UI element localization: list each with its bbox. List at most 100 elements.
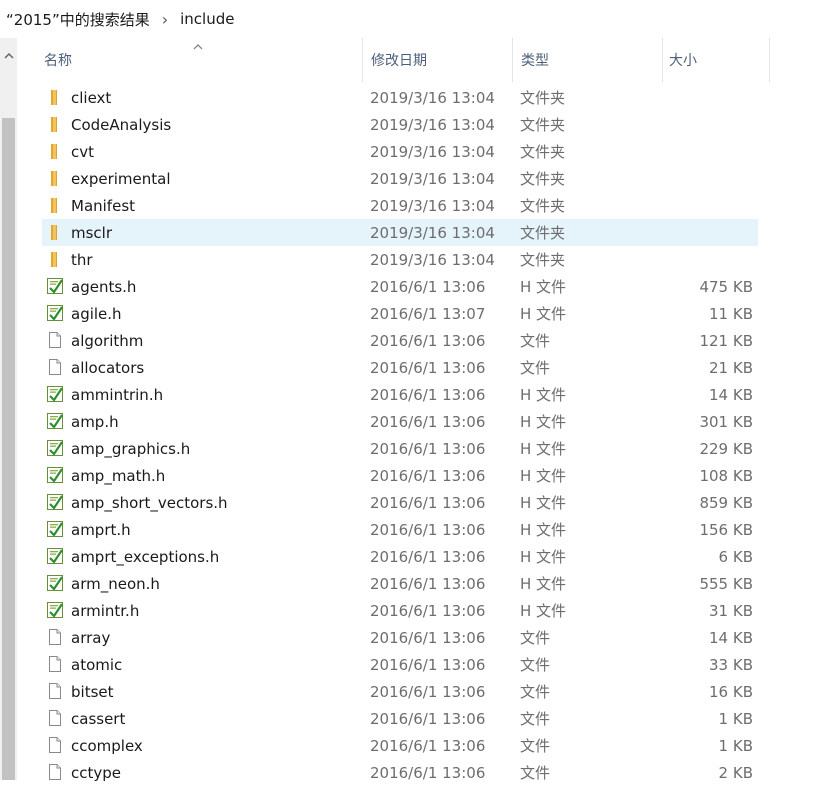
file-type: 文件夹 xyxy=(520,170,566,188)
file-date-modified: 2019/3/16 13:04 xyxy=(370,88,495,107)
file-type: 文件夹 xyxy=(520,197,566,215)
file-row[interactable]: armintr.h 2016/6/1 13:06 H 文件 31 KB xyxy=(17,597,828,624)
file-row[interactable]: algorithm 2016/6/1 13:06 文件 121 KB xyxy=(17,327,828,354)
column-header-row: 名称 修改日期 类型 大小 xyxy=(17,38,828,82)
folder-icon xyxy=(46,196,64,214)
file-row[interactable]: msclr 2019/3/16 13:04 文件夹 xyxy=(17,219,828,246)
column-header-date-modified[interactable]: 修改日期 xyxy=(362,38,521,82)
file-name: cctype xyxy=(71,763,122,782)
file-name: ccomplex xyxy=(71,736,143,755)
file-type: H 文件 xyxy=(520,548,567,566)
file-date-modified: 2016/6/1 13:06 xyxy=(370,574,486,593)
file-icon xyxy=(46,358,64,376)
file-icon xyxy=(46,682,64,700)
file-row[interactable]: allocators 2016/6/1 13:06 文件 21 KB xyxy=(17,354,828,381)
header-file-icon xyxy=(46,412,64,430)
file-type: 文件 xyxy=(520,629,551,647)
file-row[interactable]: agile.h 2016/6/1 13:07 H 文件 11 KB xyxy=(17,300,828,327)
file-row[interactable]: atomic 2016/6/1 13:06 文件 33 KB xyxy=(17,651,828,678)
file-type: 文件夹 xyxy=(520,251,566,269)
vertical-scrollbar[interactable] xyxy=(0,38,17,780)
file-row[interactable]: amprt.h 2016/6/1 13:06 H 文件 156 KB xyxy=(17,516,828,543)
file-size: 6 KB xyxy=(718,547,753,566)
file-icon xyxy=(46,709,64,727)
file-row[interactable]: cliext 2019/3/16 13:04 文件夹 xyxy=(17,84,828,111)
file-name: atomic xyxy=(71,655,123,674)
file-name: cassert xyxy=(71,709,126,728)
header-file-icon xyxy=(46,520,64,538)
file-size: 108 KB xyxy=(699,466,753,485)
header-file-icon xyxy=(46,277,64,295)
breadcrumb-current-folder[interactable]: include xyxy=(176,10,238,28)
header-file-icon xyxy=(46,574,64,592)
file-type: H 文件 xyxy=(520,386,567,404)
chevron-right-icon[interactable]: › xyxy=(162,10,168,29)
file-name: amp_graphics.h xyxy=(71,439,191,458)
folder-icon xyxy=(46,169,64,187)
file-row[interactable]: amp_math.h 2016/6/1 13:06 H 文件 108 KB xyxy=(17,462,828,489)
column-header-size[interactable]: 大小 xyxy=(662,38,770,82)
header-file-icon xyxy=(46,547,64,565)
file-size: 14 KB xyxy=(709,628,753,647)
header-file-icon xyxy=(46,385,64,403)
file-row[interactable]: amp_graphics.h 2016/6/1 13:06 H 文件 229 KB xyxy=(17,435,828,462)
file-size: 229 KB xyxy=(699,439,753,458)
column-header-type[interactable]: 类型 xyxy=(512,38,671,82)
file-date-modified: 2016/6/1 13:06 xyxy=(370,520,486,539)
file-date-modified: 2016/6/1 13:07 xyxy=(370,304,486,323)
file-row[interactable]: arm_neon.h 2016/6/1 13:06 H 文件 555 KB xyxy=(17,570,828,597)
file-type: 文件 xyxy=(520,737,551,755)
file-name: agents.h xyxy=(71,277,137,296)
file-date-modified: 2016/6/1 13:06 xyxy=(370,358,486,377)
file-type: H 文件 xyxy=(520,602,567,620)
file-row[interactable]: amp.h 2016/6/1 13:06 H 文件 301 KB xyxy=(17,408,828,435)
file-name: array xyxy=(71,628,111,647)
file-row[interactable]: ccomplex 2016/6/1 13:06 文件 1 KB xyxy=(17,732,828,759)
file-date-modified: 2019/3/16 13:04 xyxy=(370,223,495,242)
file-row[interactable]: amp_short_vectors.h 2016/6/1 13:06 H 文件 859… xyxy=(17,489,828,516)
file-list: cliext 2019/3/16 13:04 文件夹 CodeAnalysis 2019… xyxy=(17,84,828,786)
file-date-modified: 2016/6/1 13:06 xyxy=(370,628,486,647)
file-name: ammintrin.h xyxy=(71,385,164,404)
file-row[interactable]: experimental 2019/3/16 13:04 文件夹 xyxy=(17,165,828,192)
file-row[interactable]: cassert 2016/6/1 13:06 文件 1 KB xyxy=(17,705,828,732)
file-row[interactable]: agents.h 2016/6/1 13:06 H 文件 475 KB xyxy=(17,273,828,300)
file-type: 文件夹 xyxy=(520,116,566,134)
column-header-name[interactable]: 名称 xyxy=(44,38,362,82)
breadcrumb-search-results[interactable]: “2015”中的搜索结果 xyxy=(0,9,154,30)
file-name: bitset xyxy=(71,682,114,701)
file-date-modified: 2016/6/1 13:06 xyxy=(370,547,486,566)
file-type: 文件夹 xyxy=(520,89,566,107)
file-date-modified: 2016/6/1 13:06 xyxy=(370,763,486,782)
file-type: 文件夹 xyxy=(520,143,566,161)
file-row[interactable]: CodeAnalysis 2019/3/16 13:04 文件夹 xyxy=(17,111,828,138)
file-row[interactable]: cvt 2019/3/16 13:04 文件夹 xyxy=(17,138,828,165)
file-row[interactable]: array 2016/6/1 13:06 文件 14 KB xyxy=(17,624,828,651)
file-row[interactable]: Manifest 2019/3/16 13:04 文件夹 xyxy=(17,192,828,219)
file-size: 11 KB xyxy=(709,304,753,323)
file-type: H 文件 xyxy=(520,494,567,512)
scroll-up-icon[interactable] xyxy=(0,38,17,72)
file-name: thr xyxy=(71,250,93,269)
file-row[interactable]: cctype 2016/6/1 13:06 文件 2 KB xyxy=(17,759,828,786)
file-icon xyxy=(46,763,64,781)
file-type: 文件 xyxy=(520,332,551,350)
file-row[interactable]: bitset 2016/6/1 13:06 文件 16 KB xyxy=(17,678,828,705)
file-row[interactable]: ammintrin.h 2016/6/1 13:06 H 文件 14 KB xyxy=(17,381,828,408)
file-name: arm_neon.h xyxy=(71,574,160,593)
header-file-icon xyxy=(46,493,64,511)
file-name: algorithm xyxy=(71,331,144,350)
file-size: 21 KB xyxy=(709,358,753,377)
file-row[interactable]: thr 2019/3/16 13:04 文件夹 xyxy=(17,246,828,273)
file-name: amp_short_vectors.h xyxy=(71,493,228,512)
file-name: CodeAnalysis xyxy=(71,115,172,134)
file-date-modified: 2019/3/16 13:04 xyxy=(370,115,495,134)
file-date-modified: 2016/6/1 13:06 xyxy=(370,682,486,701)
file-size: 1 KB xyxy=(718,709,753,728)
scrollbar-thumb[interactable] xyxy=(2,118,15,780)
folder-icon xyxy=(46,223,64,241)
file-icon xyxy=(46,628,64,646)
file-row[interactable]: amprt_exceptions.h 2016/6/1 13:06 H 文件 6 KB xyxy=(17,543,828,570)
header-file-icon xyxy=(46,304,64,322)
file-size: 301 KB xyxy=(699,412,753,431)
